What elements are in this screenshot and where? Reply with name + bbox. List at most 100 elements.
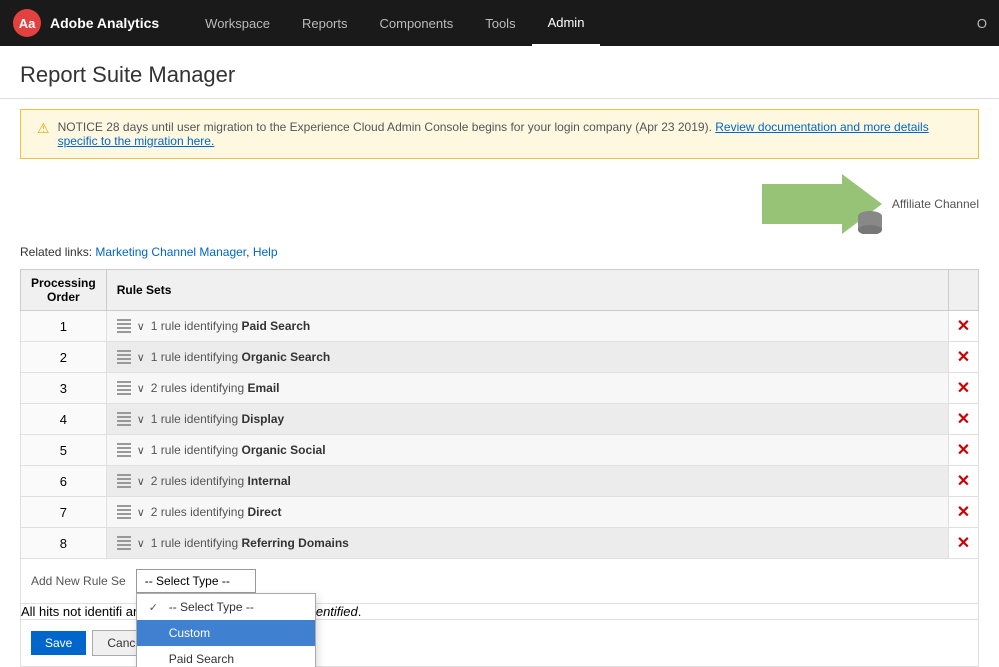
adobe-analytics-logo: Aa	[12, 8, 42, 38]
drag-handle-icon[interactable]	[117, 350, 131, 364]
delete-cell: ✕	[949, 342, 979, 373]
table-row: 5 ∨ 1 rule identifying Organic Social ✕	[21, 435, 979, 466]
order-cell: 3	[21, 373, 107, 404]
delete-cell: ✕	[949, 404, 979, 435]
order-cell: 2	[21, 342, 107, 373]
dropdown-item[interactable]: ✓ -- Select Type --	[137, 594, 315, 620]
rule-text: 1 rule identifying Referring Domains	[151, 536, 349, 550]
help-link[interactable]: Help	[253, 245, 278, 259]
expand-arrow-icon[interactable]: ∨	[137, 537, 145, 550]
table-row: 4 ∨ 1 rule identifying Display ✕	[21, 404, 979, 435]
nav-user-icon: O	[977, 16, 987, 31]
order-cell: 7	[21, 497, 107, 528]
table-row: 7 ∨ 2 rules identifying Direct ✕	[21, 497, 979, 528]
marketing-channel-manager-link[interactable]: Marketing Channel Manager	[95, 245, 246, 259]
table-row: 3 ∨ 2 rules identifying Email ✕	[21, 373, 979, 404]
delete-cell: ✕	[949, 528, 979, 559]
delete-button[interactable]: ✕	[957, 533, 970, 553]
brand: Aa Adobe Analytics	[12, 8, 159, 38]
page-header: Report Suite Manager	[0, 46, 999, 99]
delete-cell: ✕	[949, 435, 979, 466]
add-rule-label: Add New Rule Se	[31, 574, 126, 588]
dropdown-item[interactable]: Custom	[137, 620, 315, 646]
svg-text:Aa: Aa	[19, 16, 36, 31]
rule-cell: ∨ 1 rule identifying Display	[106, 404, 948, 435]
save-button[interactable]: Save	[31, 631, 86, 655]
dropdown-item-label: -- Select Type --	[169, 600, 254, 614]
rule-text: 2 rules identifying Internal	[151, 474, 291, 488]
select-type-container: -- Select Type --	[136, 569, 256, 593]
table-row: 2 ∨ 1 rule identifying Organic Search ✕	[21, 342, 979, 373]
nav-workspace[interactable]: Workspace	[189, 0, 286, 46]
nav-components[interactable]: Components	[364, 0, 470, 46]
rule-cell: ∨ 1 rule identifying Organic Social	[106, 435, 948, 466]
rule-text: 1 rule identifying Organic Social	[151, 443, 326, 457]
nav-links: Workspace Reports Components Tools Admin	[189, 0, 977, 46]
brand-name: Adobe Analytics	[50, 15, 159, 31]
top-nav: Aa Adobe Analytics Workspace Reports Com…	[0, 0, 999, 46]
rule-cell: ∨ 1 rule identifying Organic Search	[106, 342, 948, 373]
affiliate-area: Affiliate Channel	[0, 169, 999, 239]
page-content: Report Suite Manager ⚠ NOTICE 28 days un…	[0, 46, 999, 667]
delete-cell: ✕	[949, 373, 979, 404]
table-row: 1 ∨ 1 rule identifying Paid Search ✕	[21, 311, 979, 342]
nav-admin[interactable]: Admin	[532, 0, 601, 46]
affiliate-label: Affiliate Channel	[892, 197, 979, 211]
funnel-arrow-svg	[762, 174, 882, 234]
drag-handle-icon[interactable]	[117, 412, 131, 426]
drag-handle-icon[interactable]	[117, 474, 131, 488]
delete-button[interactable]: ✕	[957, 471, 970, 491]
nav-reports[interactable]: Reports	[286, 0, 364, 46]
expand-arrow-icon[interactable]: ∨	[137, 506, 145, 519]
expand-arrow-icon[interactable]: ∨	[137, 444, 145, 457]
rule-text: 1 rule identifying Organic Search	[151, 350, 330, 364]
table-row: 6 ∨ 2 rules identifying Internal ✕	[21, 466, 979, 497]
order-cell: 4	[21, 404, 107, 435]
rule-cell: ∨ 2 rules identifying Direct	[106, 497, 948, 528]
order-cell: 6	[21, 466, 107, 497]
order-cell: 1	[21, 311, 107, 342]
expand-arrow-icon[interactable]: ∨	[137, 413, 145, 426]
delete-button[interactable]: ✕	[957, 316, 970, 336]
expand-arrow-icon[interactable]: ∨	[137, 351, 145, 364]
drag-handle-icon[interactable]	[117, 505, 131, 519]
related-links: Related links: Marketing Channel Manager…	[0, 239, 999, 269]
select-type-button[interactable]: -- Select Type --	[136, 569, 256, 593]
delete-button[interactable]: ✕	[957, 440, 970, 460]
nav-tools[interactable]: Tools	[469, 0, 531, 46]
delete-cell: ✕	[949, 311, 979, 342]
drag-handle-icon[interactable]	[117, 319, 131, 333]
table-row: 8 ∨ 1 rule identifying Referring Domains ✕	[21, 528, 979, 559]
delete-cell: ✕	[949, 497, 979, 528]
notice-text: NOTICE 28 days until user migration to t…	[58, 120, 962, 148]
page-title: Report Suite Manager	[20, 62, 979, 88]
order-cell: 5	[21, 435, 107, 466]
rule-cell: ∨ 1 rule identifying Referring Domains	[106, 528, 948, 559]
dropdown-item-label: Custom	[169, 626, 210, 640]
expand-arrow-icon[interactable]: ∨	[137, 475, 145, 488]
rule-text: 1 rule identifying Display	[151, 412, 284, 426]
rule-cell: ∨ 2 rules identifying Email	[106, 373, 948, 404]
rule-text: 1 rule identifying Paid Search	[151, 319, 310, 333]
rule-cell: ∨ 1 rule identifying Paid Search	[106, 311, 948, 342]
check-icon: ✓	[149, 601, 163, 614]
delete-button[interactable]: ✕	[957, 378, 970, 398]
drag-handle-icon[interactable]	[117, 381, 131, 395]
th-rule-sets: Rule Sets	[106, 270, 948, 311]
delete-button[interactable]: ✕	[957, 347, 970, 367]
th-delete	[949, 270, 979, 311]
rule-text: 2 rules identifying Direct	[151, 505, 282, 519]
drag-handle-icon[interactable]	[117, 443, 131, 457]
drag-handle-icon[interactable]	[117, 536, 131, 550]
rule-cell: ∨ 2 rules identifying Internal	[106, 466, 948, 497]
delete-button[interactable]: ✕	[957, 502, 970, 522]
expand-arrow-icon[interactable]: ∨	[137, 320, 145, 333]
rule-text: 2 rules identifying Email	[151, 381, 280, 395]
delete-cell: ✕	[949, 466, 979, 497]
expand-arrow-icon[interactable]: ∨	[137, 382, 145, 395]
order-cell: 8	[21, 528, 107, 559]
delete-button[interactable]: ✕	[957, 409, 970, 429]
warning-icon: ⚠	[37, 120, 50, 137]
affiliate-visual: Affiliate Channel	[762, 174, 979, 234]
table-header-row: ProcessingOrder Rule Sets	[21, 270, 979, 311]
